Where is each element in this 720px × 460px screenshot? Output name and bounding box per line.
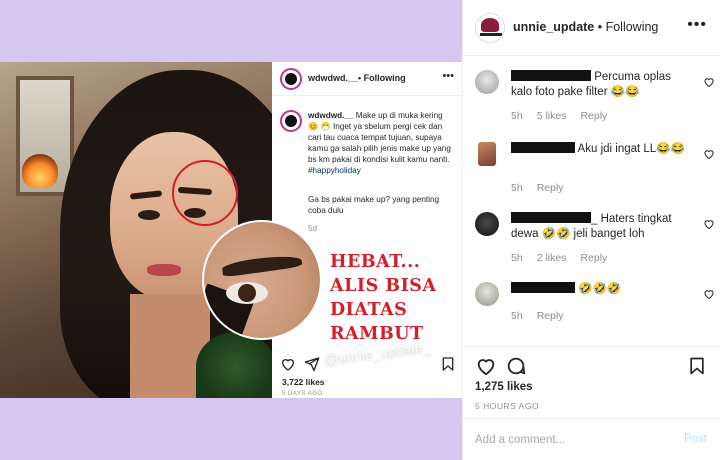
redacted-username <box>511 282 575 293</box>
like-count[interactable]: 1,275 likes <box>475 381 533 393</box>
avatar[interactable] <box>478 142 496 166</box>
following-label[interactable]: • Following <box>594 20 659 34</box>
redacted-username <box>511 212 591 223</box>
avatar <box>280 68 302 90</box>
heart-icon[interactable] <box>703 76 715 88</box>
comment-icon[interactable] <box>505 355 527 377</box>
embedded-post-header: wdwdwd.__• Following ••• <box>272 62 462 96</box>
comment-time: 5h <box>511 310 523 322</box>
post-header: unnie_update • Following ••• <box>463 0 720 56</box>
post-media[interactable]: wdwdwd.__• Following ••• wdwdwd.__ Make … <box>0 0 462 460</box>
heart-icon[interactable] <box>703 218 715 230</box>
zoomed-eyebrow-inset <box>202 220 322 340</box>
comment-likes[interactable]: 5 likes <box>537 110 567 122</box>
embedded-timestamp: 5 DAYS AGO <box>282 391 323 397</box>
reply-button[interactable]: Reply <box>537 310 564 322</box>
comment-likes[interactable]: 2 likes <box>537 252 567 264</box>
avatar <box>280 110 302 132</box>
post-timestamp: 5 HOURS AGO <box>475 401 540 411</box>
more-options-icon: ••• <box>442 70 454 82</box>
redacted-username <box>511 142 575 153</box>
heart-icon[interactable] <box>703 288 715 300</box>
heart-icon <box>281 359 295 371</box>
embedded-time: 5d <box>308 224 317 233</box>
comment-text: 🤣🤣🤣 <box>575 283 622 295</box>
bookmark-icon[interactable] <box>687 355 707 377</box>
embedded-caption-2: Ga bs pakai make up? yang penting coba d… <box>308 195 440 215</box>
comment-item: _ Haters tingkat dewa 🤣🤣 jeli banget loh… <box>475 212 715 274</box>
comment-input[interactable] <box>475 431 665 449</box>
reply-button[interactable]: Reply <box>537 182 564 194</box>
comment-time: 5h <box>511 110 523 122</box>
heart-icon[interactable] <box>475 355 497 377</box>
avatar[interactable] <box>475 70 499 94</box>
comment-item: 🤣🤣🤣 5h Reply <box>475 282 715 340</box>
reply-button[interactable]: Reply <box>580 110 607 122</box>
avatar[interactable] <box>475 282 499 306</box>
post-actions: 1,275 likes 5 HOURS AGO <box>463 346 720 418</box>
bookmark-icon <box>442 357 454 371</box>
hashtag: #happyholiday <box>308 166 361 175</box>
embedded-likes: 3,722 likes <box>282 377 325 387</box>
embedded-username: wdwdwd.__ <box>308 73 359 83</box>
comment-time: 5h <box>511 182 523 194</box>
share-icon <box>304 357 320 372</box>
comment-item: Aku jdi ingat LL😂😂 5h Reply <box>475 142 715 200</box>
comment-text: Aku jdi ingat LL😂😂 <box>575 143 685 155</box>
comment-list[interactable]: Percuma oplas kalo foto pake filter 😂😂 5… <box>463 56 720 346</box>
comment-time: 5h <box>511 252 523 264</box>
overlay-headline: HEBAT... ALIS BISA DIATAS RAMBUT <box>330 252 437 344</box>
post-username[interactable]: unnie_update <box>513 20 594 34</box>
reply-button[interactable]: Reply <box>580 252 607 264</box>
redacted-username <box>511 70 591 81</box>
highlight-circle <box>172 160 238 226</box>
post-side-panel: unnie_update • Following ••• Percuma opl… <box>462 0 720 460</box>
more-options-icon[interactable]: ••• <box>687 16 707 34</box>
heart-icon[interactable] <box>703 148 715 160</box>
comment-item: Percuma oplas kalo foto pake filter 😂😂 5… <box>475 70 715 130</box>
add-comment-bar: Post <box>463 418 720 460</box>
avatar[interactable] <box>475 212 499 236</box>
embedded-following: • Following <box>358 73 406 83</box>
post-comment-button[interactable]: Post <box>684 433 707 445</box>
embedded-caption: wdwdwd.__ Make up di muka kering 😊 😷 Ing… <box>308 111 451 175</box>
avatar[interactable] <box>475 13 505 43</box>
